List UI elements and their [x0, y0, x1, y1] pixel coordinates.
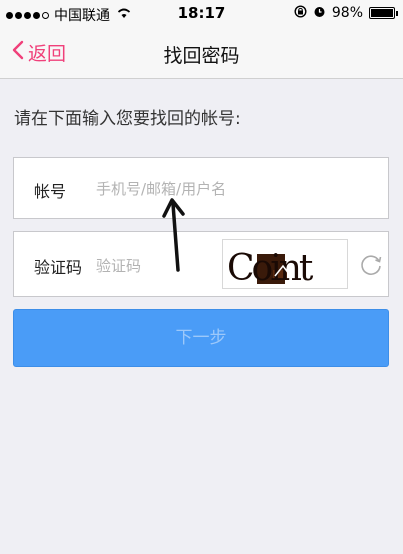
status-bar: 中国联通 18:17 98%	[0, 0, 403, 27]
account-label: 帐号	[34, 182, 67, 201]
account-row: 帐号	[13, 157, 389, 219]
verification-code-input[interactable]	[96, 254, 216, 278]
account-input[interactable]	[96, 177, 376, 201]
refresh-captcha-icon[interactable]	[358, 252, 384, 282]
instruction-text: 请在下面输入您要找回的帐号:	[14, 109, 241, 129]
next-step-button[interactable]: 下一步	[13, 309, 389, 367]
status-right: 98%	[294, 5, 398, 21]
battery-percent: 98%	[331, 5, 363, 21]
captcha-text: Coint	[227, 248, 314, 289]
verification-code-label: 验证码	[34, 258, 83, 277]
alarm-icon	[313, 5, 326, 21]
rotation-lock-icon	[294, 5, 307, 21]
captcha-image[interactable]: Coint	[222, 239, 348, 289]
verification-code-row: 验证码 Coint	[13, 231, 389, 297]
page-title: 找回密码	[163, 45, 240, 67]
nav-bar: 返回 找回密码	[0, 27, 403, 79]
annotation-arrow-icon	[162, 198, 185, 272]
battery-icon	[369, 7, 398, 19]
